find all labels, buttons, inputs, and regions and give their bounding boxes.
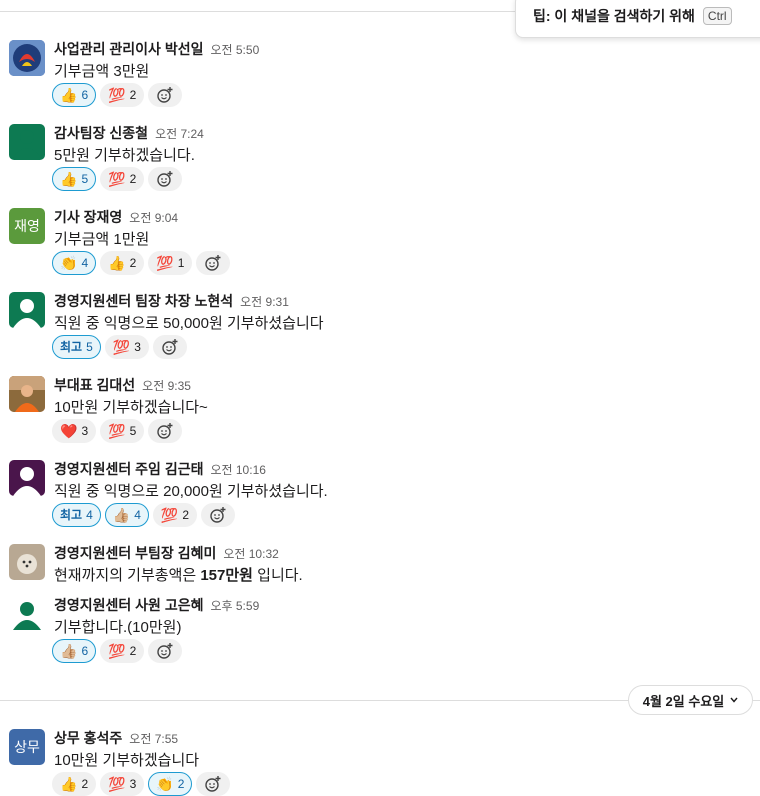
avatar[interactable]: 상무 [9,729,45,765]
default-user-icon [9,124,45,160]
sender-name[interactable]: 부대표 김대선 [54,377,135,393]
total-amount: 157만원 [200,567,253,584]
reactions-bar: 최고 5 💯 3 [52,335,187,359]
date-jump-button[interactable]: 4월 2일 수요일 [628,685,753,715]
avatar-initials: 재영 [14,218,40,234]
reaction-100[interactable]: 💯 1 [148,251,193,275]
photo-avatar-image [9,544,45,580]
default-user-icon [9,292,45,328]
add-emoji-icon [157,423,173,439]
default-user-icon [9,596,45,632]
message-time[interactable]: 오전 9:35 [142,379,191,393]
ctrl-key-hint: Ctrl [702,7,732,25]
reaction-100[interactable]: 💯 3 [104,335,149,359]
message-time[interactable]: 오전 7:24 [155,127,204,141]
message-text: 직원 중 익명으로 50,000원 기부하셨습니다 [54,315,324,332]
reaction-heart[interactable]: ❤️ 3 [52,419,97,443]
sender-name[interactable]: 기사 장재영 [54,209,122,225]
sender-name[interactable]: 경영지원센터 팀장 차장 노현석 [54,293,233,309]
message-text: 기부금액 3만원 [54,63,150,80]
avatar-initials: 상무 [14,739,40,755]
sender-name[interactable]: 감사팀장 신종철 [54,125,148,141]
reaction-thumbsup[interactable]: 👍 5 [52,167,97,191]
add-emoji-icon [157,171,173,187]
add-emoji-icon [157,87,173,103]
reaction-thumbsup[interactable]: 👍 6 [52,83,97,107]
date-label: 4월 2일 수요일 [642,693,725,709]
add-emoji-icon [157,643,173,659]
reaction-100[interactable]: 💯 5 [100,419,145,443]
reaction-best[interactable]: 최고 4 [52,503,101,527]
message-text: 10만원 기부하겠습니다~ [54,399,208,416]
reaction-thumbsup-tone[interactable]: 👍🏼 4 [104,503,149,527]
message-text: 기부합니다.(10만원) [54,619,182,636]
message-time[interactable]: 오전 10:32 [223,547,278,561]
sender-name[interactable]: 경영지원센터 부팀장 김혜미 [54,545,216,561]
reaction-100[interactable]: 💯 2 [152,503,198,527]
add-emoji-icon [205,255,221,271]
sender-name[interactable]: 상무 홍석주 [54,730,122,746]
sender-name[interactable]: 경영지원센터 사원 고은혜 [54,597,203,613]
avatar[interactable] [9,124,45,160]
avatar[interactable]: 재영 [9,208,45,244]
reaction-thumbsup-tone[interactable]: 👍🏼 6 [52,639,97,663]
avatar[interactable] [9,596,45,632]
message-time[interactable]: 오전 9:31 [240,295,289,309]
message-time[interactable]: 오전 7:55 [129,732,178,746]
sender-name[interactable]: 경영지원센터 주임 김근태 [54,461,203,477]
reaction-100[interactable]: 💯 2 [100,167,145,191]
add-reaction-button[interactable] [152,335,187,359]
reactions-bar: 👏 4 👍 2 💯 1 [52,251,231,275]
message-time[interactable]: 오전 5:50 [210,43,259,57]
top-divider [0,11,516,12]
message-text: 현재까지의 기부총액은 157만원 입니다. [54,567,303,584]
reaction-100[interactable]: 💯 3 [100,772,145,796]
tip-text: 팁: 이 채널을 검색하기 위해 [533,8,695,24]
reactions-bar: 👍 6 💯 2 [52,83,183,107]
sender-name[interactable]: 사업관리 관리이사 박선일 [54,41,203,57]
reactions-bar: 👍 5 💯 2 [52,167,183,191]
add-reaction-button[interactable] [148,83,183,107]
reactions-bar: 최고 4 👍🏼 4 💯 2 [52,503,236,527]
reaction-clap[interactable]: 👏 4 [52,251,97,275]
avatar[interactable] [9,376,45,412]
message-text: 기부금액 1만원 [54,231,150,248]
add-reaction-button[interactable] [148,639,183,663]
message-text: 직원 중 익명으로 20,000원 기부하셨습니다. [54,483,328,500]
message-time[interactable]: 오후 5:59 [210,599,259,613]
reactions-bar: 👍 2 💯 3 👏 2 [52,772,231,796]
message-text: 10만원 기부하겠습니다 [54,752,200,769]
add-reaction-button[interactable] [196,251,231,275]
chevron-down-icon [730,697,738,703]
message-text: 5만원 기부하겠습니다. [54,147,195,164]
reaction-clap[interactable]: 👏 2 [148,772,193,796]
photo-avatar-image [9,376,45,412]
add-reaction-button[interactable] [196,772,231,796]
avatar[interactable] [9,40,45,76]
reaction-thumbsup[interactable]: 👍 2 [100,251,145,275]
search-tip-popover: 팁: 이 채널을 검색하기 위해 Ctrl [515,0,760,38]
avatar[interactable] [9,460,45,496]
add-reaction-button[interactable] [201,503,236,527]
reaction-100[interactable]: 💯 2 [100,83,145,107]
message-time[interactable]: 오전 9:04 [129,211,178,225]
reaction-best[interactable]: 최고 5 [52,335,101,359]
add-reaction-button[interactable] [148,167,183,191]
add-emoji-icon [162,339,178,355]
reaction-100[interactable]: 💯 2 [100,639,145,663]
default-user-icon [9,460,45,496]
add-emoji-icon [210,507,226,523]
add-reaction-button[interactable] [148,419,183,443]
reactions-bar: ❤️ 3 💯 5 [52,419,183,443]
emblem-avatar-image [9,40,45,76]
add-emoji-icon [205,776,221,792]
message-time[interactable]: 오전 10:16 [210,463,265,477]
avatar[interactable] [9,292,45,328]
reaction-thumbsup[interactable]: 👍 2 [52,772,97,796]
reactions-bar: 👍🏼 6 💯 2 [52,639,183,663]
avatar[interactable] [9,544,45,580]
